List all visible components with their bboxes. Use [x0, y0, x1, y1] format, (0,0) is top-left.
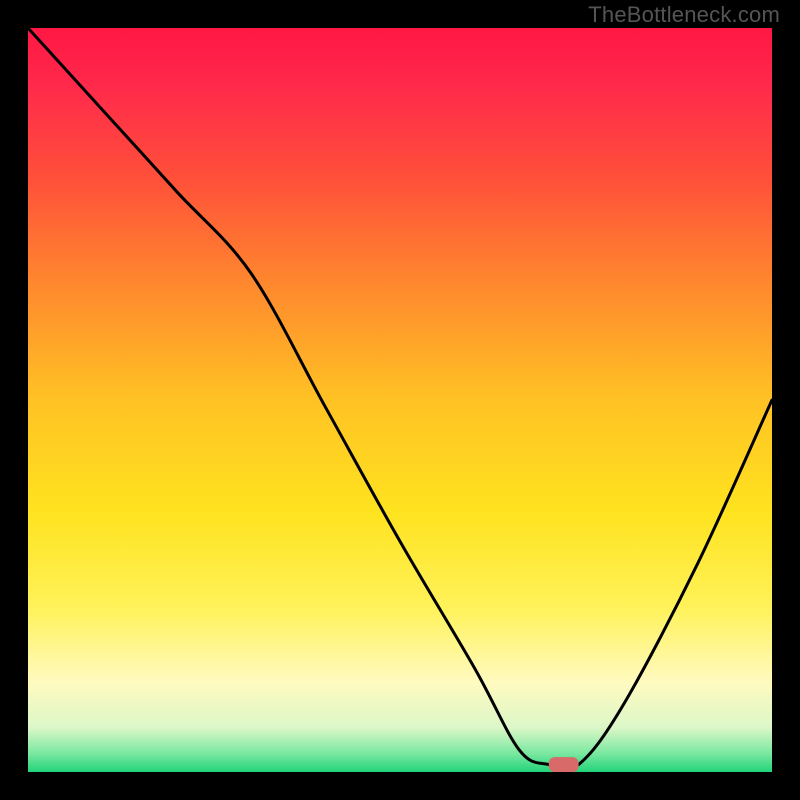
chart-frame: TheBottleneck.com — [0, 0, 800, 800]
bottleneck-chart — [28, 28, 772, 772]
chart-svg — [28, 28, 772, 772]
gradient-rect — [28, 28, 772, 772]
watermark-text: TheBottleneck.com — [588, 2, 780, 28]
optimum-marker — [549, 757, 579, 772]
